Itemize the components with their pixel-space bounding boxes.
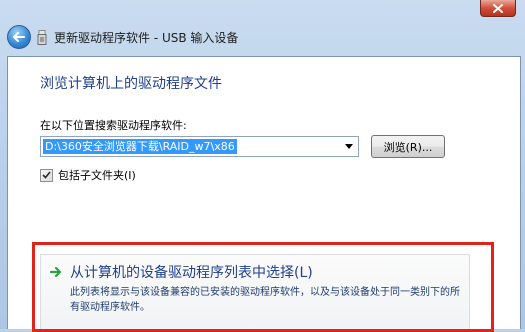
window-title: 更新驱动程序软件 - USB 输入设备 [54,31,239,45]
back-button[interactable] [7,25,31,49]
title-bar: 更新驱动程序软件 - USB 输入设备 [0,17,525,57]
red-highlight-box [32,242,494,332]
include-subfolders-checkbox[interactable] [40,168,53,182]
close-icon [493,3,503,13]
path-combobox[interactable]: D:\360安全浏览器下载\RAID_w7\x86 [40,136,359,157]
back-arrow-icon [13,32,25,42]
chevron-down-icon [345,144,353,149]
dialog-window: 更新驱动程序软件 - USB 输入设备 浏览计算机上的驱动程序文件 在以下位置搜… [0,0,525,332]
wizard-content: 浏览计算机上的驱动程序文件 在以下位置搜索驱动程序软件: D:\360安全浏览器… [7,56,521,332]
combo-dropdown-button[interactable] [342,139,356,154]
include-subfolders-row[interactable]: 包括子文件夹(I) [40,167,136,183]
checkmark-icon [42,171,51,179]
page-title: 浏览计算机上的驱动程序文件 [40,76,222,92]
browse-button[interactable]: 浏览(R)... [371,135,445,158]
close-button[interactable] [480,0,516,17]
search-location-label: 在以下位置搜索驱动程序软件: [40,119,187,132]
path-input-value[interactable]: D:\360安全浏览器下载\RAID_w7\x86 [43,139,237,154]
include-subfolders-label: 包括子文件夹(I) [58,169,136,182]
usb-device-icon [37,30,47,45]
